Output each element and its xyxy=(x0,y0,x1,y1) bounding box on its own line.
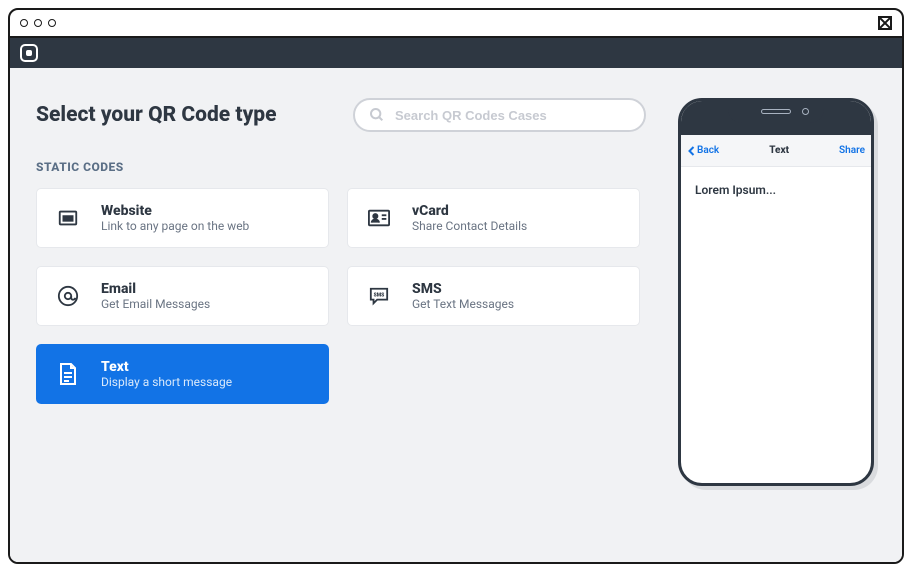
close-icon[interactable] xyxy=(878,16,892,30)
back-label: Back xyxy=(697,145,719,156)
app-bar xyxy=(10,38,902,68)
svg-text:SMS: SMS xyxy=(374,292,385,298)
speaker-icon xyxy=(761,109,791,114)
text-icon xyxy=(58,362,78,386)
card-subtitle: Get Email Messages xyxy=(101,297,210,311)
card-title: SMS xyxy=(412,281,514,297)
app-logo-icon xyxy=(20,44,38,62)
phone-preview: Back Text Share Lorem Ipsum... xyxy=(678,98,874,486)
preview-navbar: Back Text Share xyxy=(681,135,871,167)
window-controls xyxy=(20,19,56,27)
preview-body: Lorem Ipsum... xyxy=(681,167,871,213)
window-titlebar xyxy=(10,10,902,38)
main-content: Select your QR Code type STATIC CODES We… xyxy=(10,68,902,562)
sms-icon: SMS xyxy=(368,286,390,306)
card-title: Email xyxy=(101,281,210,297)
back-button[interactable]: Back xyxy=(687,145,719,156)
website-icon xyxy=(57,207,79,229)
card-text[interactable]: Text Display a short message xyxy=(36,344,329,404)
type-selector-panel: Select your QR Code type STATIC CODES We… xyxy=(36,98,646,542)
page-title: Select your QR Code type xyxy=(36,103,277,127)
card-sms[interactable]: SMS SMS Get Text Messages xyxy=(347,266,640,326)
card-subtitle: Share Contact Details xyxy=(412,219,527,233)
phone-bezel-top xyxy=(681,101,871,135)
card-title: Website xyxy=(101,203,249,219)
search-box[interactable] xyxy=(353,98,646,132)
code-type-grid: Website Link to any page on the web vCar… xyxy=(36,188,646,404)
window-dot[interactable] xyxy=(34,19,42,27)
card-subtitle: Get Text Messages xyxy=(412,297,514,311)
vcard-icon xyxy=(368,209,390,227)
card-email[interactable]: Email Get Email Messages xyxy=(36,266,329,326)
card-subtitle: Link to any page on the web xyxy=(101,219,249,233)
section-label: STATIC CODES xyxy=(36,160,646,174)
share-button[interactable]: Share xyxy=(839,145,865,156)
app-window: Select your QR Code type STATIC CODES We… xyxy=(8,8,904,564)
phone-preview-wrap: Back Text Share Lorem Ipsum... xyxy=(676,98,876,542)
preview-title: Text xyxy=(769,145,789,156)
card-vcard[interactable]: vCard Share Contact Details xyxy=(347,188,640,248)
chevron-left-icon xyxy=(687,146,697,156)
search-input[interactable] xyxy=(395,108,630,123)
window-dot[interactable] xyxy=(48,19,56,27)
card-title: vCard xyxy=(412,203,527,219)
camera-icon xyxy=(802,108,809,115)
phone-notch xyxy=(728,101,824,123)
card-subtitle: Display a short message xyxy=(101,375,232,389)
search-icon xyxy=(369,107,385,123)
email-icon xyxy=(57,285,79,307)
window-dot[interactable] xyxy=(20,19,28,27)
card-title: Text xyxy=(101,359,232,375)
card-website[interactable]: Website Link to any page on the web xyxy=(36,188,329,248)
